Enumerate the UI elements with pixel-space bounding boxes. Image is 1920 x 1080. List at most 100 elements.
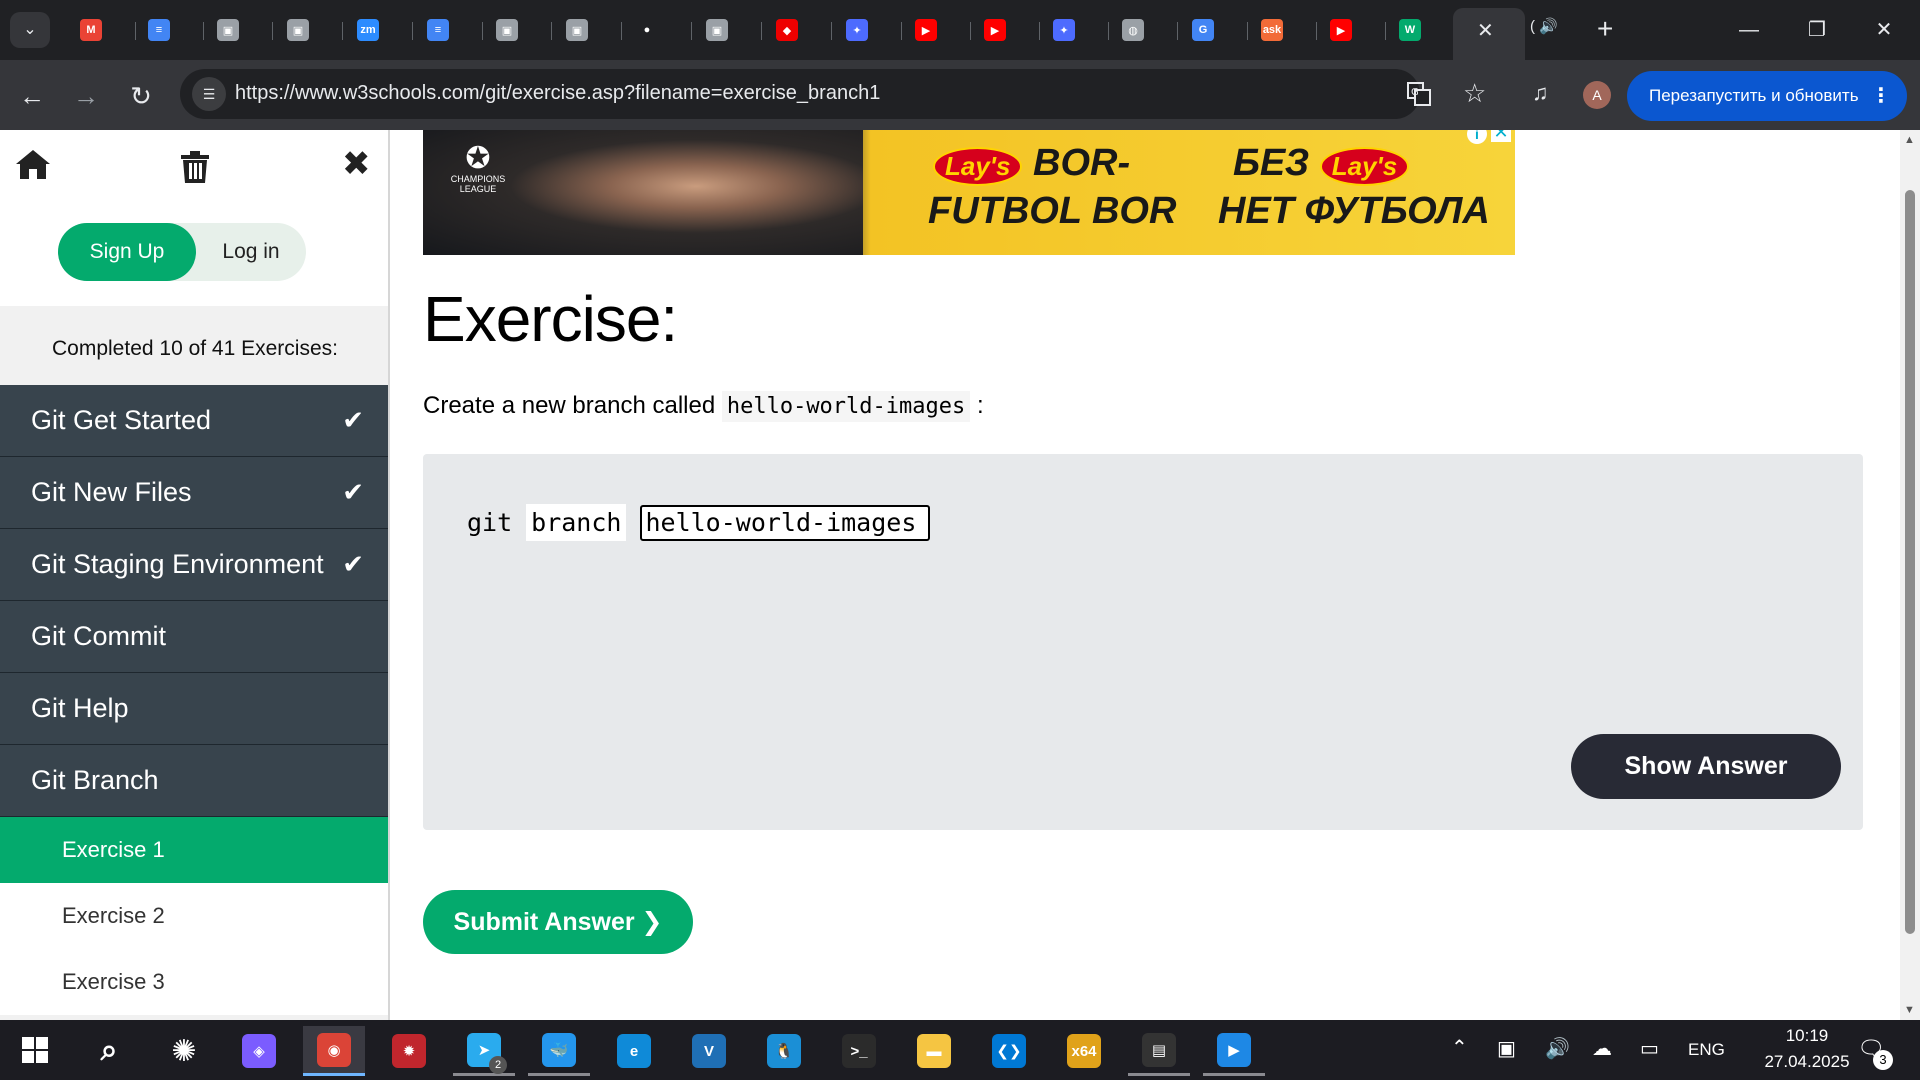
tab-separator xyxy=(901,22,902,40)
sidebar-chapter[interactable]: Git Staging Environment ✔ xyxy=(0,529,388,601)
ask-icon: ask xyxy=(1261,19,1283,41)
window-close-icon[interactable]: ✕ xyxy=(1864,12,1904,48)
bookmark-star-icon[interactable]: ☆ xyxy=(1463,78,1486,108)
browser-tab[interactable]: ≡ xyxy=(415,8,483,52)
taskbar-app[interactable]: ▤ xyxy=(1128,1026,1190,1076)
close-sidebar-icon[interactable]: ✖ xyxy=(342,144,371,184)
taskbar-app[interactable]: V xyxy=(678,1026,740,1076)
browser-tab[interactable]: ✦ xyxy=(1041,8,1109,52)
ad-close-icon[interactable]: ✕ xyxy=(1491,130,1511,142)
tab-search-button[interactable]: ⌄ xyxy=(10,12,50,48)
ad-info-icon[interactable]: i xyxy=(1467,130,1487,144)
display-settings-icon[interactable]: ▣ xyxy=(1497,1036,1516,1061)
onedrive-icon[interactable]: ☁ xyxy=(1592,1036,1612,1061)
ad-photo: ✪ CHAMPIONS LEAGUE xyxy=(423,130,863,255)
taskbar-app[interactable]: ❮❯ xyxy=(978,1026,1040,1076)
show-hidden-icons-chevron-icon[interactable]: ⌃ xyxy=(1451,1035,1468,1060)
volume-icon[interactable]: 🔊 xyxy=(1545,1036,1570,1061)
taskbar-app[interactable]: ➤ 2 xyxy=(453,1026,515,1076)
site-info-icon[interactable]: ☰ xyxy=(192,77,226,111)
submit-answer-button[interactable]: Submit Answer ❯ xyxy=(423,890,693,954)
browser-tab[interactable]: ▶ xyxy=(972,8,1040,52)
media-controls-icon[interactable]: ♫ xyxy=(1532,80,1549,106)
new-tab-button[interactable]: + xyxy=(1597,12,1613,46)
browser-tab[interactable]: ▶ xyxy=(903,8,971,52)
chapter-label: Git Branch xyxy=(31,765,159,795)
sidebar-exercise-item[interactable]: Exercise 2 xyxy=(0,883,388,949)
browser-tab[interactable]: ▣ xyxy=(484,8,552,52)
answer-input[interactable] xyxy=(640,504,931,541)
input-language[interactable]: ENG xyxy=(1688,1040,1725,1060)
audio-tab[interactable]: ( 🔊 xyxy=(1530,17,1558,35)
taskbar-app[interactable]: ◉ xyxy=(303,1026,365,1076)
scroll-down-arrow-icon[interactable]: ▼ xyxy=(1904,1004,1915,1016)
windows-start-icon[interactable] xyxy=(22,1037,48,1063)
clock-time[interactable]: 10:19 xyxy=(1762,1026,1852,1046)
show-answer-button[interactable]: Show Answer xyxy=(1571,734,1841,799)
taskbar-app[interactable]: ▬ xyxy=(903,1026,965,1076)
media-player-icon: ▶ xyxy=(1217,1032,1251,1067)
url-text[interactable]: https://www.w3schools.com/git/exercise.a… xyxy=(235,82,880,105)
close-tab-icon[interactable]: ✕ xyxy=(1477,18,1494,43)
taskbar-app[interactable]: 🐳 xyxy=(528,1026,590,1076)
taskbar-app[interactable]: >_ xyxy=(828,1026,890,1076)
restore-icon[interactable]: ❐ xyxy=(1797,12,1837,48)
login-button[interactable]: Log in xyxy=(196,223,306,281)
page-scrollbar[interactable]: ▲ ▼ xyxy=(1900,130,1920,1020)
browser-tab[interactable]: ✦ xyxy=(834,8,902,52)
taskbar-app[interactable]: ✹ xyxy=(378,1026,440,1076)
sidebar-chapter[interactable]: Git Help xyxy=(0,673,388,745)
restart-update-label: Перезапустить и обновить xyxy=(1649,86,1859,105)
sidebar-exercise-item[interactable]: Exercise 1 xyxy=(0,817,388,883)
clock-date[interactable]: 27.04.2025 xyxy=(1757,1052,1857,1072)
browser-tab[interactable]: ▣ xyxy=(205,8,273,52)
trash-icon[interactable] xyxy=(178,150,212,184)
taskbar-app[interactable]: ⌕ xyxy=(78,1026,140,1076)
home-icon[interactable] xyxy=(14,147,52,181)
minimize-icon[interactable]: — xyxy=(1729,12,1769,48)
sidebar-chapter[interactable]: Git Commit xyxy=(0,601,388,673)
browser-tab[interactable]: W xyxy=(1387,8,1455,52)
taskbar-app[interactable]: 🐧 xyxy=(753,1026,815,1076)
ad-banner[interactable]: ✪ CHAMPIONS LEAGUE Lay's BOR- FUTBOL BOR… xyxy=(423,130,1515,255)
taskbar-app[interactable]: ✺ xyxy=(153,1026,215,1076)
taskbar-app[interactable]: x64 xyxy=(1053,1026,1115,1076)
translate-icon[interactable]: G xyxy=(1406,81,1432,107)
page-title: Exercise: xyxy=(423,283,678,355)
sidebar-chapter[interactable]: Git New Files ✔ xyxy=(0,457,388,529)
battery-icon[interactable]: ▭ xyxy=(1640,1036,1659,1061)
sidebar-chapter[interactable]: Git Branch xyxy=(0,745,388,817)
checkmark-icon: ✔ xyxy=(342,405,364,435)
browser-tab[interactable]: ≡ xyxy=(136,8,204,52)
browser-tab[interactable]: ▶ xyxy=(1318,8,1386,52)
vbox-icon: V xyxy=(692,1034,726,1068)
browser-tab[interactable]: zm xyxy=(345,8,413,52)
restart-update-button[interactable]: Перезапустить и обновить ⋮ xyxy=(1627,71,1907,121)
tab-separator xyxy=(1385,22,1386,40)
reload-icon[interactable]: ↻ xyxy=(123,78,159,114)
browser-tab[interactable]: M xyxy=(68,8,136,52)
scroll-up-arrow-icon[interactable]: ▲ xyxy=(1904,134,1915,146)
browser-tab[interactable]: ◆ xyxy=(764,8,832,52)
forward-arrow-icon[interactable]: → xyxy=(68,78,104,114)
taskbar-app[interactable]: ◈ xyxy=(228,1026,290,1076)
taskbar-app[interactable]: e xyxy=(603,1026,665,1076)
sidebar-chapter[interactable]: Git Get Started ✔ xyxy=(0,385,388,457)
active-tab-w3schools[interactable]: ✕ xyxy=(1453,8,1525,60)
address-bar[interactable]: ☰ https://www.w3schools.com/git/exercise… xyxy=(180,69,1486,119)
github-icon: ● xyxy=(643,24,651,36)
back-arrow-icon[interactable]: ← xyxy=(14,78,50,114)
sidebar-exercise-item[interactable]: Exercise 3 xyxy=(0,949,388,1015)
browser-tab[interactable]: ◍ xyxy=(1110,8,1178,52)
more-menu-icon[interactable]: ⋮ xyxy=(1871,71,1891,121)
browser-tab[interactable]: ask xyxy=(1249,8,1317,52)
browser-tab[interactable]: ▣ xyxy=(554,8,622,52)
browser-tab[interactable]: ● xyxy=(624,8,692,52)
scroll-thumb[interactable] xyxy=(1905,190,1915,934)
browser-tab[interactable]: ▣ xyxy=(275,8,343,52)
profile-avatar[interactable]: A xyxy=(1583,81,1611,109)
browser-tab[interactable]: G xyxy=(1180,8,1248,52)
taskbar-app[interactable]: ▶ xyxy=(1203,1026,1265,1076)
signup-button[interactable]: Sign Up xyxy=(58,223,196,281)
browser-tab[interactable]: ▣ xyxy=(694,8,762,52)
